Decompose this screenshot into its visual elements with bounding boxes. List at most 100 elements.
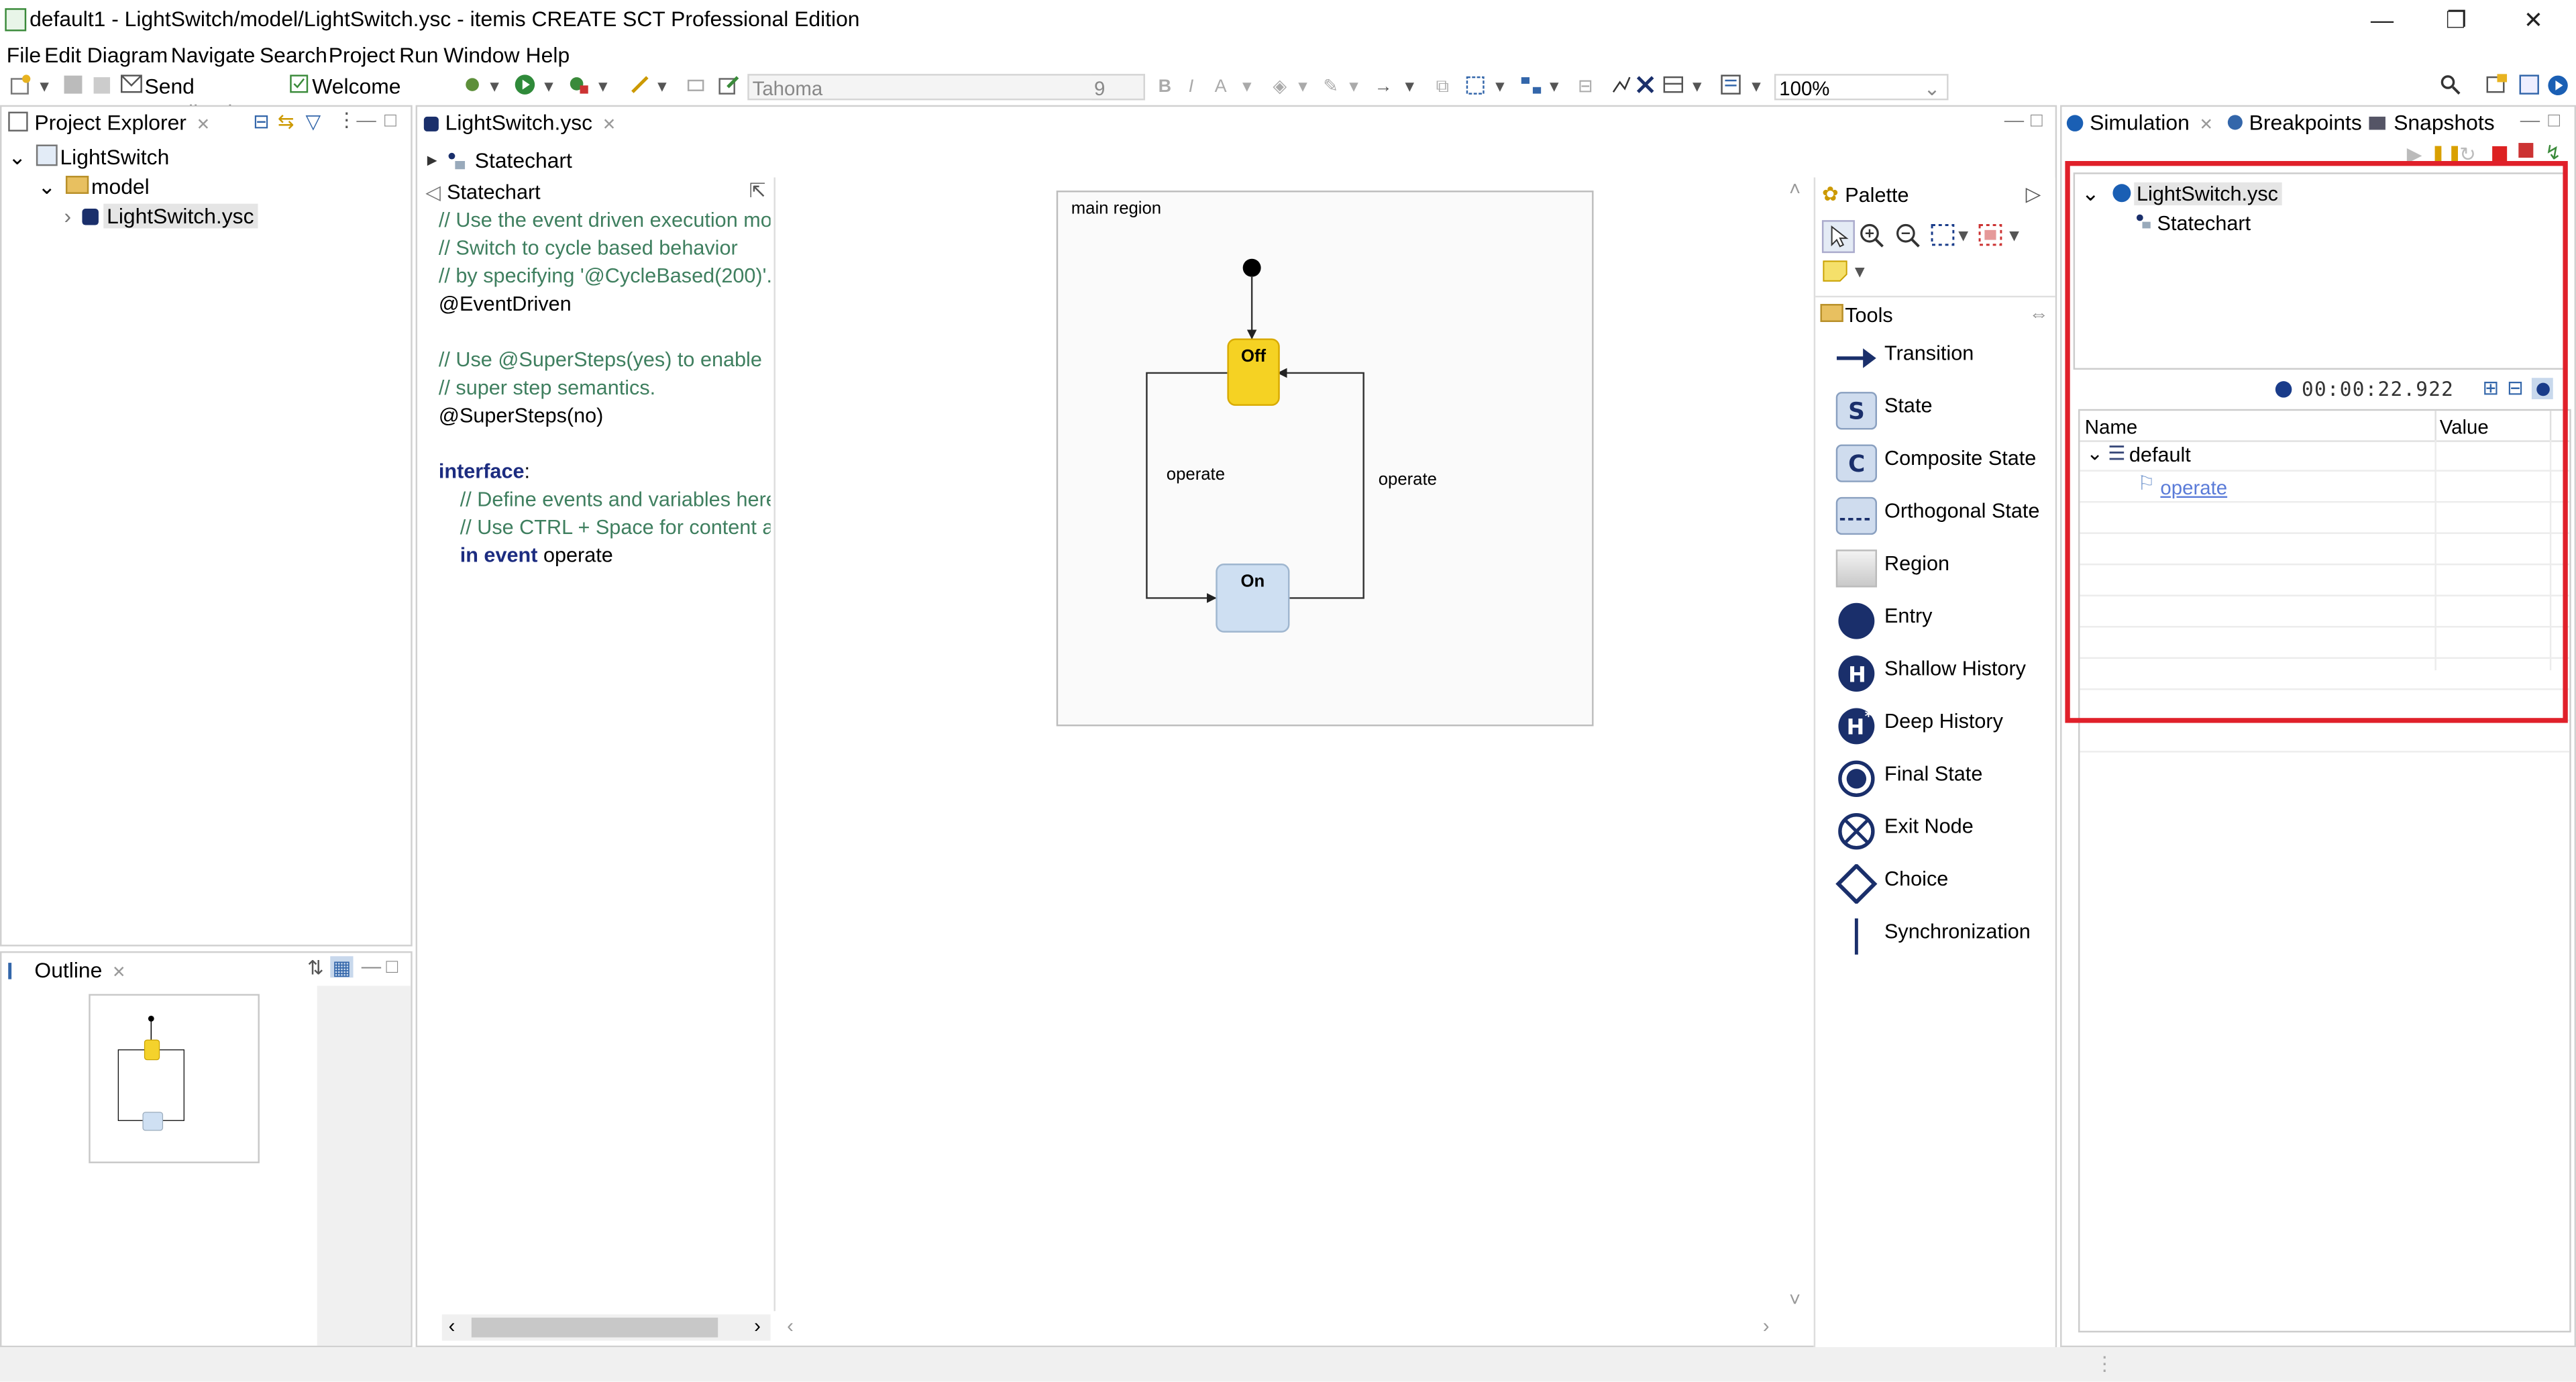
debug-icon[interactable] (460, 74, 483, 100)
italic-icon[interactable]: I (1181, 74, 1201, 100)
tools-drawer-collapse-icon[interactable]: ⇔ (2029, 303, 2049, 325)
minimize-view-icon[interactable]: — (2004, 109, 2024, 131)
statechart-definition-text[interactable]: // Use the event driven execution mo // … (439, 207, 771, 570)
marquee-icon[interactable] (1929, 220, 1958, 250)
welcome-icon[interactable] (289, 74, 309, 100)
tab-lightswitch-ysc[interactable]: LightSwitch.ysc ✕ (423, 110, 616, 135)
font-color-icon[interactable]: A (1209, 74, 1232, 100)
maximize-view-icon[interactable]: □ (2548, 109, 2560, 131)
restore-button[interactable]: ❐ (2433, 3, 2479, 36)
open-perspective-icon[interactable] (2484, 74, 2507, 100)
tree-item-folder-model[interactable]: ⌄ model (38, 174, 149, 201)
outline-thumbnail[interactable] (89, 994, 260, 1163)
transition-label-operate[interactable]: operate (1379, 470, 1437, 489)
group-icon[interactable]: ⧉ (1431, 74, 1454, 100)
line-color-icon[interactable]: ✎ (1320, 74, 1342, 100)
close-tab-icon[interactable]: ✕ (602, 117, 616, 135)
scroll-left-icon[interactable]: ‹ (449, 1314, 455, 1337)
outline-overview-icon[interactable]: ▦ (330, 956, 354, 979)
scroll-up-icon[interactable]: ˄ (1789, 177, 1801, 200)
size-dropdown-icon[interactable]: ▾ (1689, 74, 1705, 100)
modeling-perspective-icon[interactable] (2517, 74, 2540, 100)
edit-icon[interactable] (716, 74, 739, 100)
menu-run[interactable]: Run (399, 43, 438, 68)
properties-dropdown-icon[interactable]: ▾ (1748, 74, 1764, 100)
maximize-view-icon[interactable]: □ (2031, 109, 2043, 131)
tools-drawer-header[interactable]: Tools ⇔ (1815, 295, 2055, 330)
pin-definition-icon[interactable]: ⇱ (749, 179, 766, 202)
minimize-view-icon[interactable]: — (2520, 109, 2540, 131)
font-size-combo[interactable]: 9 (1091, 74, 1145, 101)
fill-color-dropdown-icon[interactable]: ▾ (1295, 74, 1311, 100)
run-dropdown-icon[interactable]: ▾ (541, 74, 557, 100)
scroll-left-icon[interactable]: ‹ (787, 1314, 794, 1337)
simulation-perspective-icon[interactable] (2545, 74, 2571, 100)
close-tab-icon[interactable]: ✕ (197, 117, 211, 135)
debug-dropdown-icon[interactable]: ▾ (486, 74, 502, 100)
close-tab-icon[interactable]: ✕ (112, 965, 126, 983)
connection-selector-icon[interactable] (1976, 220, 2006, 250)
minimize-button[interactable]: — (2359, 3, 2406, 36)
note-dropdown-icon[interactable]: ▾ (1855, 260, 1865, 282)
tab-simulation[interactable]: Simulation ✕ (2066, 110, 2213, 135)
palette-collapse-icon[interactable]: ▷ (2026, 182, 2041, 205)
properties-icon[interactable] (1719, 74, 1741, 100)
marquee-dropdown-icon[interactable]: ▾ (1958, 223, 1968, 246)
menu-diagram[interactable]: Diagram (87, 43, 168, 68)
terminate-all-icon[interactable] (2518, 143, 2534, 158)
search-icon[interactable] (2438, 74, 2461, 100)
external-tools-icon[interactable] (567, 74, 590, 100)
new-dropdown-icon[interactable]: ▾ (36, 74, 52, 100)
link-with-editor-icon[interactable]: ⇆ (278, 110, 294, 133)
line-color-dropdown-icon[interactable]: ▾ (1346, 74, 1362, 100)
diagram-horizontal-scrollbar[interactable]: ‹ › (777, 1314, 1786, 1341)
external-tools-dropdown-icon[interactable]: ▾ (595, 74, 611, 100)
menu-window[interactable]: Window (443, 43, 519, 68)
maximize-view-icon[interactable]: □ (384, 109, 396, 131)
tab-project-explorer[interactable]: Project Explorer ✕ (8, 110, 210, 135)
tree-item-file-lightswitch[interactable]: › LightSwitch.ysc (64, 203, 258, 229)
transition-off-to-on[interactable] (1146, 372, 1228, 603)
filter-icon[interactable]: ▽ (306, 110, 321, 133)
note-icon[interactable] (1822, 258, 1851, 282)
minimize-view-icon[interactable]: — (356, 109, 376, 131)
close-window-button[interactable]: ✕ (2510, 3, 2557, 36)
select-dropdown-icon[interactable]: ▾ (1492, 74, 1508, 100)
outline-tree-icon[interactable]: ⇅ (307, 956, 324, 979)
tab-outline[interactable]: Outline ✕ (8, 958, 126, 983)
arrow-style-dropdown-icon[interactable]: ▾ (1401, 74, 1417, 100)
definition-horizontal-scrollbar[interactable]: ‹ › (441, 1314, 771, 1341)
select-tool-icon[interactable] (1821, 220, 1855, 254)
menu-project[interactable]: Project (329, 43, 395, 68)
select-all-icon[interactable] (1462, 74, 1489, 100)
diagram-vertical-scrollbar[interactable]: ˄ ˅ (1786, 177, 1809, 1312)
menu-navigate[interactable]: Navigate (171, 43, 256, 68)
terminate-icon[interactable] (2492, 146, 2508, 162)
welcome-page-button[interactable]: Welcome Page (312, 74, 450, 125)
breadcrumb-statechart[interactable]: Statechart (475, 148, 572, 172)
tab-breakpoints[interactable]: Breakpoints (2227, 110, 2362, 135)
state-on[interactable]: On (1216, 564, 1290, 633)
delete-from-model-icon[interactable] (1633, 74, 1656, 100)
fill-color-icon[interactable]: ◈ (1269, 74, 1291, 100)
tab-snapshots[interactable]: Snapshots (2369, 110, 2495, 135)
connection-dropdown-icon[interactable]: ▾ (2009, 223, 2019, 246)
scroll-down-icon[interactable]: ˅ (1789, 1288, 1801, 1311)
menu-file[interactable]: File (7, 43, 41, 68)
bold-icon[interactable]: B (1155, 74, 1175, 100)
send-feedback-button[interactable]: Send Feedback (145, 74, 286, 125)
zoom-combo[interactable]: 100% ⌄ (1774, 74, 1949, 101)
transition-label-operate[interactable]: operate (1167, 465, 1225, 484)
scroll-right-icon[interactable]: › (754, 1314, 761, 1337)
main-region[interactable]: main region Off On operate operate (1056, 191, 1594, 727)
minimize-view-icon[interactable]: — (362, 955, 381, 977)
run-icon[interactable] (513, 74, 535, 100)
align-icon[interactable]: ⊟ (1574, 74, 1597, 100)
arrow-style-icon[interactable]: → (1372, 74, 1395, 100)
font-name-combo[interactable]: Tahoma (747, 74, 1145, 101)
transition-on-to-off[interactable] (1277, 368, 1364, 599)
size-icon[interactable] (1661, 74, 1684, 100)
close-tab-icon[interactable]: ✕ (2199, 117, 2213, 135)
state-off[interactable]: Off (1227, 338, 1280, 406)
generate-dropdown-icon[interactable]: ▾ (654, 74, 670, 100)
